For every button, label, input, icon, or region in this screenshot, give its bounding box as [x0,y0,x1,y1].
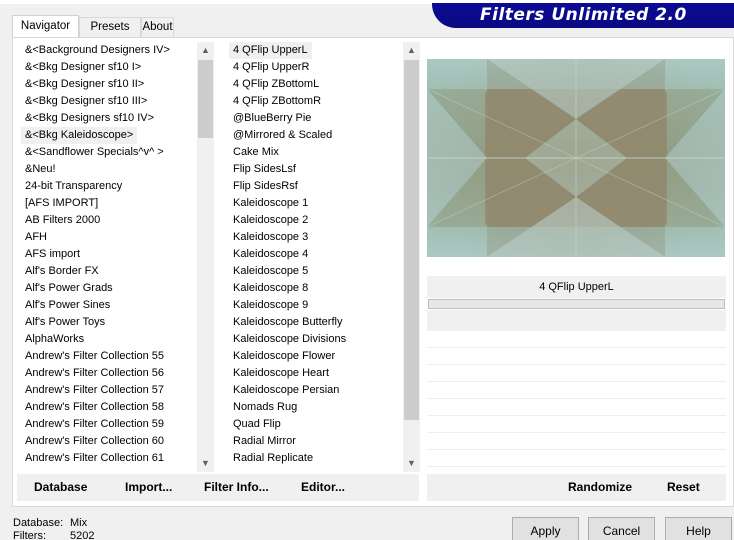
parameter-line [427,331,726,348]
filter-list-item[interactable]: Kaleidoscope Divisions [229,331,403,348]
parameter-line [427,348,726,365]
category-scrollbar[interactable]: ▲ ▼ [197,42,214,472]
filter-list-item[interactable]: @Mirrored & Scaled [229,127,403,144]
category-list-item[interactable]: Andrew's Filter Collection 61 [21,450,197,467]
title-banner: Filters Unlimited 2.0 [432,3,734,28]
category-list-item[interactable]: AB Filters 2000 [21,212,197,229]
filter-list-item[interactable]: Kaleidoscope Flower [229,348,403,365]
category-list-item[interactable]: AFS import [21,246,197,263]
filter-list-item[interactable]: @BlueBerry Pie [229,110,403,127]
tab-presets[interactable]: Presets [79,17,141,37]
reset-button[interactable]: Reset [667,474,700,501]
filter-list-item[interactable]: Kaleidoscope Persian [229,382,403,399]
kaleidoscope-preview-graphic [427,59,725,257]
filter-preview-image [427,59,725,257]
category-list-item[interactable]: Andrew's Filter Collection 55 [21,348,197,365]
filter-list-item[interactable]: Kaleidoscope 5 [229,263,403,280]
filters-count: 5202 [70,530,95,540]
filter-list-item[interactable]: 4 QFlip UpperR [229,59,403,76]
scroll-up-icon[interactable]: ▲ [197,42,214,59]
tab-about[interactable]: About [141,17,174,37]
database-value: Mix [70,517,88,529]
filters-label: Filters: [13,530,46,540]
category-list-item[interactable]: &<Background Designers IV> [21,42,197,59]
filter-list-item[interactable]: Radial Replicate [229,450,403,467]
category-list-item[interactable]: Andrew's Filter Collection 57 [21,382,197,399]
filter-list-item[interactable]: Kaleidoscope 1 [229,195,403,212]
category-list-item[interactable]: Alf's Power Sines [21,297,197,314]
parameter-line [427,416,726,433]
category-list-item[interactable]: &<Bkg Designer sf10 II> [21,76,197,93]
tab-navigator[interactable]: Navigator [12,15,79,37]
filter-list[interactable]: 4 QFlip UpperL 4 QFlip UpperR 4 QFlip ZBot… [229,42,403,472]
cancel-button[interactable]: Cancel [588,517,655,540]
category-list[interactable]: &<Background Designers IV> &<Bkg Designer… [21,42,197,472]
help-button[interactable]: Help [665,517,732,540]
parameter-area [427,331,726,471]
database-label: Database: [13,517,64,529]
parameter-line [427,450,726,467]
filter-list-item[interactable]: Kaleidoscope Butterfly [229,314,403,331]
filter-list-item[interactable]: Kaleidoscope 2 [229,212,403,229]
category-list-item[interactable]: AlphaWorks [21,331,197,348]
scroll-down-icon[interactable]: ▼ [403,455,420,472]
category-list-item[interactable]: &<Bkg Designer sf10 III> [21,93,197,110]
category-list-item[interactable]: Alf's Power Toys [21,314,197,331]
parameter-line [427,399,726,416]
import-button[interactable]: Import... [125,474,172,501]
filter-scrollbar[interactable]: ▲ ▼ [403,42,420,472]
filter-list-item[interactable]: 4 QFlip ZBottomR [229,93,403,110]
scroll-down-icon[interactable]: ▼ [197,455,214,472]
database-button[interactable]: Database [34,474,87,501]
filter-list-item[interactable]: Flip SidesLsf [229,161,403,178]
banner-title: Filters Unlimited 2.0 [480,5,687,25]
preview-actions-bar: Randomize Reset [427,474,726,501]
parameter-line [427,433,726,450]
filter-list-item[interactable]: Cake Mix [229,144,403,161]
filter-list-item[interactable]: Nomads Rug [229,399,403,416]
apply-button[interactable]: Apply [512,517,579,540]
selected-filter-name: 4 QFlip UpperL [427,276,726,298]
filter-list-item[interactable]: 4 QFlip ZBottomL [229,76,403,93]
parameter-header-strip [427,310,726,331]
progress-bar [428,299,725,309]
filter-list-item[interactable]: Kaleidoscope 8 [229,280,403,297]
category-list-item[interactable]: &<Sandflower Specials^v^ > [21,144,197,161]
category-list-item[interactable]: Andrew's Filter Collection 56 [21,365,197,382]
category-list-item[interactable]: 24-bit Transparency [21,178,197,195]
filter-list-item[interactable]: Radial Mirror [229,433,403,450]
category-list-item[interactable]: Alf's Border FX [21,263,197,280]
category-list-item[interactable]: [AFS IMPORT] [21,195,197,212]
editor-button[interactable]: Editor... [301,474,345,501]
filter-list-item[interactable]: Kaleidoscope Heart [229,365,403,382]
parameter-line [427,365,726,382]
filter-scroll-thumb[interactable] [404,60,419,420]
category-scroll-thumb[interactable] [198,60,213,138]
navigator-actions-bar: Database Import... Filter Info... Editor… [17,474,419,501]
category-list-item[interactable]: &<Bkg Kaleidoscope> [21,127,138,144]
category-list-item[interactable]: AFH [21,229,197,246]
filter-list-item[interactable]: 4 QFlip UpperL [229,42,312,59]
filter-list-item[interactable]: Kaleidoscope 9 [229,297,403,314]
scroll-up-icon[interactable]: ▲ [403,42,420,59]
filter-info-button[interactable]: Filter Info... [204,474,269,501]
category-list-item[interactable]: &Neu! [21,161,197,178]
filter-list-item[interactable]: Kaleidoscope 3 [229,229,403,246]
category-list-item[interactable]: &<Bkg Designer sf10 I> [21,59,197,76]
category-list-item[interactable]: Andrew's Filter Collection 58 [21,399,197,416]
parameter-line [427,382,726,399]
category-list-item[interactable]: Alf's Power Grads [21,280,197,297]
category-list-item[interactable]: Andrew's Filter Collection 59 [21,416,197,433]
category-list-item[interactable]: Andrew's Filter Collection 60 [21,433,197,450]
category-list-item[interactable]: &<Bkg Designers sf10 IV> [21,110,197,127]
filter-list-item[interactable]: Quad Flip [229,416,403,433]
randomize-button[interactable]: Randomize [568,474,632,501]
filter-list-item[interactable]: Flip SidesRsf [229,178,403,195]
filter-list-item[interactable]: Kaleidoscope 4 [229,246,403,263]
